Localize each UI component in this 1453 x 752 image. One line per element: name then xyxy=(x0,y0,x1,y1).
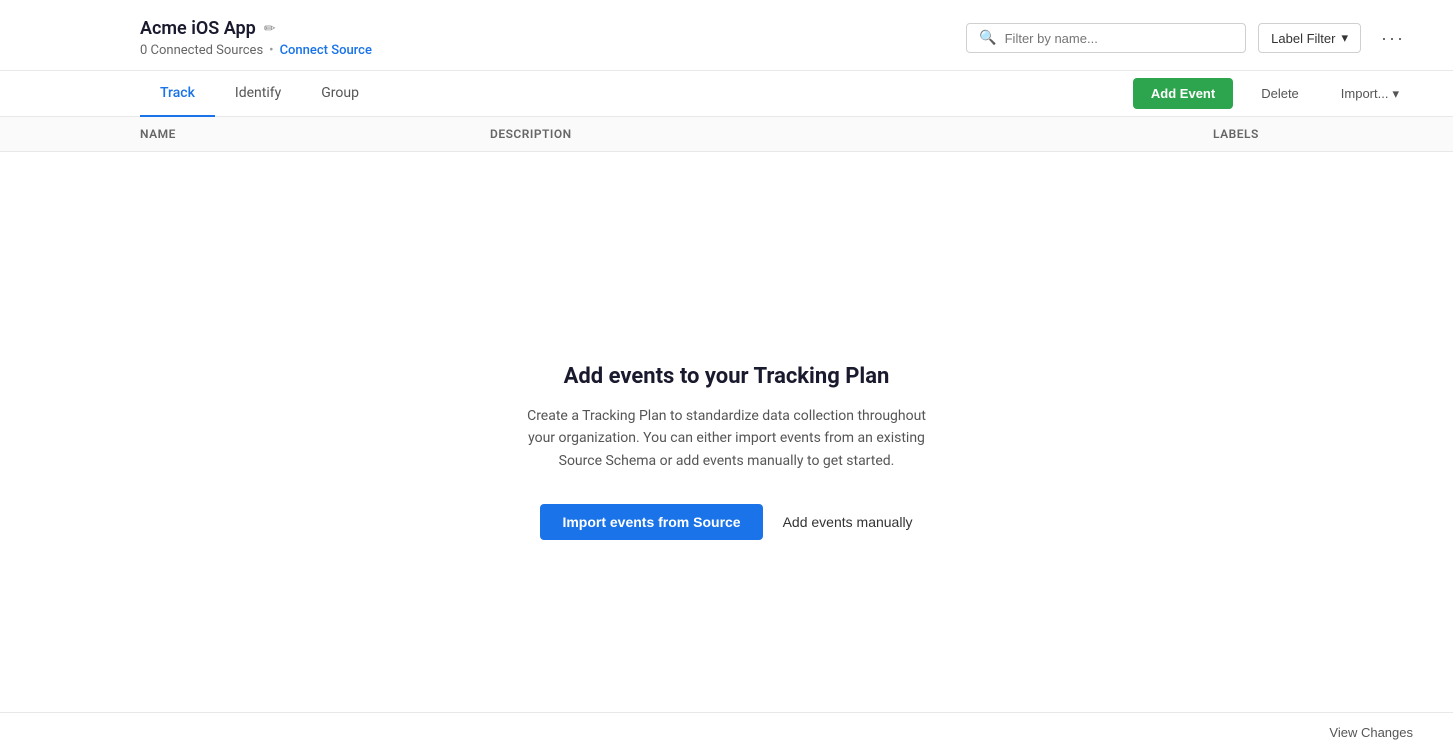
empty-state-description: Create a Tracking Plan to standardize da… xyxy=(527,405,927,472)
tab-actions: Add Event Delete Import... ▾ xyxy=(1133,78,1413,110)
edit-icon[interactable]: ✏ xyxy=(264,21,276,37)
chevron-down-icon: ▾ xyxy=(1341,30,1348,46)
col-name-header: Name xyxy=(140,127,490,141)
connected-sources: 0 Connected Sources • Connect Source xyxy=(140,43,372,58)
add-events-manually-button[interactable]: Add events manually xyxy=(783,514,913,530)
col-labels-header: Labels xyxy=(1213,127,1413,141)
view-changes-button[interactable]: View Changes xyxy=(1329,725,1413,740)
table-header: Name Description Labels xyxy=(0,117,1453,152)
search-box: 🔍 xyxy=(966,23,1246,53)
tab-track[interactable]: Track xyxy=(140,71,215,117)
more-options-icon: ··· xyxy=(1381,28,1405,49)
content-area: Add events to your Tracking Plan Create … xyxy=(0,152,1453,752)
import-events-from-source-button[interactable]: Import events from Source xyxy=(540,504,762,540)
connect-source-link[interactable]: Connect Source xyxy=(280,43,372,58)
tab-bar: Track Identify Group Add Event Delete Im… xyxy=(0,71,1453,117)
search-icon: 🔍 xyxy=(979,30,996,46)
app-title: Acme iOS App xyxy=(140,18,256,39)
more-options-button[interactable]: ··· xyxy=(1373,22,1413,55)
tabs: Track Identify Group xyxy=(140,71,379,116)
app-info: Acme iOS App ✏ 0 Connected Sources • Con… xyxy=(140,18,372,58)
label-filter-button[interactable]: Label Filter ▾ xyxy=(1258,23,1361,53)
empty-state-title: Add events to your Tracking Plan xyxy=(564,364,890,389)
connected-sources-label: 0 Connected Sources xyxy=(140,43,263,58)
top-bar: Acme iOS App ✏ 0 Connected Sources • Con… xyxy=(0,0,1453,71)
import-button[interactable]: Import... ▾ xyxy=(1327,78,1413,110)
empty-state: Add events to your Tracking Plan Create … xyxy=(0,152,1453,752)
tab-identify[interactable]: Identify xyxy=(215,71,301,117)
tab-group[interactable]: Group xyxy=(301,71,379,117)
main-container: Acme iOS App ✏ 0 Connected Sources • Con… xyxy=(0,0,1453,752)
import-chevron-icon: ▾ xyxy=(1392,86,1399,102)
search-input[interactable] xyxy=(1005,31,1234,46)
app-title-row: Acme iOS App ✏ xyxy=(140,18,372,39)
delete-button[interactable]: Delete xyxy=(1245,78,1315,109)
label-filter-text: Label Filter xyxy=(1271,31,1335,46)
footer: View Changes xyxy=(0,712,1453,752)
empty-state-actions: Import events from Source Add events man… xyxy=(540,504,912,540)
add-event-button[interactable]: Add Event xyxy=(1133,78,1233,109)
col-description-header: Description xyxy=(490,127,1213,141)
top-bar-right: 🔍 Label Filter ▾ ··· xyxy=(966,22,1413,55)
separator-dot: • xyxy=(269,43,273,58)
